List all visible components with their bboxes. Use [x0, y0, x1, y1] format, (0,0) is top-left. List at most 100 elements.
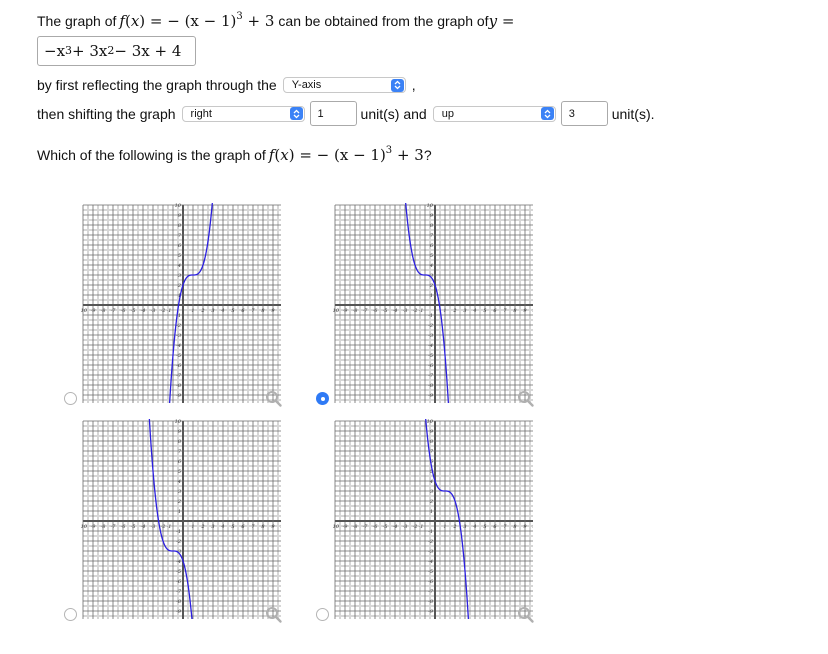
- y-tick-label: 5: [178, 253, 181, 259]
- y-tick-label: -4: [428, 343, 433, 349]
- graph-option-D[interactable]: -10-9-8-7-6-5-4-3-2-11234567891010987654…: [333, 419, 533, 619]
- base-function-answer-box[interactable]: −x 3 + 3x 2 − 3x + 4: [37, 36, 196, 66]
- x-tick-label: -10: [81, 308, 88, 314]
- y-tick-label: 4: [429, 263, 433, 269]
- vertical-direction-select[interactable]: up: [432, 105, 556, 122]
- question-mark: ?: [423, 147, 432, 163]
- x-tick-label: -7: [111, 524, 117, 530]
- horizontal-amount-input[interactable]: 1: [309, 101, 357, 126]
- x-tick-label: -10: [333, 524, 340, 530]
- x-tick-label: -2: [413, 308, 418, 314]
- y-tick-label: 4: [429, 479, 433, 485]
- y-tick-label: -9: [428, 393, 434, 399]
- x-tick-label: 1: [443, 524, 446, 530]
- vertical-select-value: up: [441, 107, 454, 120]
- x-tick-label: -4: [141, 308, 146, 314]
- magnify-zoom-icon[interactable]: [265, 606, 283, 624]
- radio-option-A[interactable]: [64, 392, 77, 405]
- y-tick-label: -7: [176, 589, 182, 595]
- y-tick-label: -4: [176, 343, 181, 349]
- x-tick-label: -10: [81, 524, 88, 530]
- y-tick-label: 1: [178, 509, 181, 515]
- y-tick-label: -2: [176, 323, 181, 329]
- horizontal-direction-select[interactable]: right: [181, 105, 305, 122]
- x-tick-label: 5: [483, 308, 486, 314]
- prompt-function: f(x) = − (x − 1)3 + 3: [268, 145, 424, 165]
- y-tick-label: -6: [176, 579, 182, 585]
- x-tick-label: 10: [280, 524, 281, 530]
- graph-option-C[interactable]: -10-9-8-7-6-5-4-3-2-11234567891010987654…: [81, 419, 281, 619]
- y-tick-label: -1: [428, 529, 433, 535]
- select-arrows-icon: [540, 107, 554, 120]
- eq-rhs: = − (x − 1): [299, 146, 386, 164]
- x-tick-label: -6: [121, 308, 127, 314]
- y-tick-label: -8: [176, 383, 181, 389]
- reflect-axis-select[interactable]: Y-axis: [282, 77, 406, 93]
- constant: + 3: [242, 12, 275, 30]
- y-tick-label: -5: [176, 569, 181, 575]
- y-tick-label: -3: [176, 333, 181, 339]
- y-tick-label: 7: [178, 233, 182, 239]
- x-tick-label: -6: [373, 524, 379, 530]
- y-tick-label: -1: [428, 313, 433, 319]
- y-tick-label: 4: [177, 263, 181, 269]
- y-tick-label: 10: [175, 203, 182, 209]
- f-label: f: [119, 12, 125, 30]
- x-tick-label: -5: [383, 308, 388, 314]
- x-tick-label: -3: [151, 308, 156, 314]
- x-tick-label: 5: [231, 308, 234, 314]
- x-tick-label: -1: [419, 308, 424, 314]
- x-tick-label: 8: [513, 524, 516, 530]
- x-tick-label: -7: [363, 308, 369, 314]
- magnify-zoom-icon[interactable]: [517, 606, 535, 624]
- y-tick-label: 3: [178, 489, 181, 495]
- magnify-zoom-icon[interactable]: [517, 390, 535, 408]
- radio-option-D[interactable]: [316, 608, 329, 621]
- x-tick-label: 4: [220, 308, 224, 314]
- graph-option-B[interactable]: -10-9-8-7-6-5-4-3-2-11234567891010987654…: [333, 203, 533, 403]
- y-tick-label: 10: [427, 203, 434, 209]
- y-tick-label: -2: [428, 323, 433, 329]
- graph-option-A[interactable]: -10-9-8-7-6-5-4-3-2-11234567891010987654…: [81, 203, 281, 403]
- x-tick-label: 2: [452, 524, 456, 530]
- x-tick-label: 3: [211, 308, 214, 314]
- x-tick-label: -6: [121, 524, 127, 530]
- radio-option-B[interactable]: [316, 392, 329, 405]
- x-tick-label: -8: [101, 308, 106, 314]
- y-tick-label: 1: [430, 509, 433, 515]
- vertical-amount-input[interactable]: 3: [560, 101, 608, 126]
- y-tick-label: -5: [176, 353, 181, 359]
- y-var: y: [488, 12, 498, 30]
- y-tick-label: 2: [429, 283, 433, 289]
- y-tick-label: 8: [430, 439, 433, 445]
- x-tick-label: 8: [261, 308, 264, 314]
- radio-option-C[interactable]: [64, 608, 77, 621]
- y-equals: y =: [489, 12, 515, 30]
- x-tick-label: -6: [373, 308, 379, 314]
- x-tick-label: -4: [141, 524, 146, 530]
- x-tick-label: -5: [131, 524, 136, 530]
- select-arrows-icon: [289, 107, 303, 120]
- y-tick-label: 5: [178, 469, 181, 475]
- y-tick-label: 4: [177, 479, 181, 485]
- x-tick-label: 5: [483, 524, 486, 530]
- x-tick-label: 1: [191, 524, 194, 530]
- y-tick-label: 8: [178, 223, 181, 229]
- x-tick-label: 2: [200, 308, 204, 314]
- x-tick-label: -8: [353, 524, 358, 530]
- reflect-text: by first reflecting the graph through th…: [37, 77, 277, 93]
- y-tick-label: 2: [177, 499, 181, 505]
- term-3: − 3x + 4: [114, 42, 182, 60]
- magnify-zoom-icon[interactable]: [265, 390, 283, 408]
- y-tick-label: -4: [176, 559, 181, 565]
- x-tick-label: 4: [220, 524, 224, 530]
- reflect-select-value: Y-axis: [291, 79, 322, 91]
- y-tick-label: 3: [430, 489, 433, 495]
- unit-end-text: unit(s).: [611, 105, 655, 122]
- x-tick-label: -9: [343, 308, 349, 314]
- y-tick-label: 2: [177, 283, 181, 289]
- y-tick-label: -9: [176, 393, 182, 399]
- y-tick-label: 8: [430, 223, 433, 229]
- y-tick-label: -9: [176, 609, 182, 615]
- horizontal-select-value: right: [190, 107, 212, 120]
